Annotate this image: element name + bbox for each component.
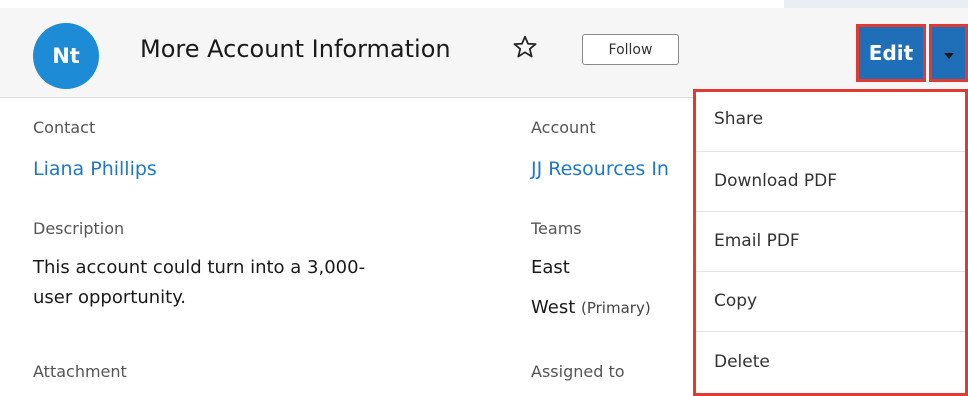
menu-item-delete[interactable]: Delete <box>696 332 965 392</box>
attachment-label: Attachment <box>33 362 127 381</box>
star-outline-icon[interactable] <box>512 34 538 60</box>
teams-label: Teams <box>531 219 582 238</box>
team-west-name: West <box>531 297 576 318</box>
assigned-to-label: Assigned to <box>531 362 625 381</box>
contact-link[interactable]: Liana Phillips <box>33 158 157 180</box>
header-topline-accent <box>784 0 968 8</box>
account-label: Account <box>531 118 596 137</box>
account-link[interactable]: JJ Resources In <box>531 158 669 180</box>
menu-item-share[interactable]: Share <box>696 92 965 152</box>
menu-item-copy[interactable]: Copy <box>696 272 965 332</box>
actions-dropdown-button[interactable] <box>929 24 968 82</box>
edit-button-label: Edit <box>868 41 914 65</box>
menu-item-download-pdf-label: Download PDF <box>714 171 838 191</box>
team-primary-tag: (Primary) <box>581 299 651 317</box>
follow-button-label: Follow <box>608 41 653 58</box>
caret-down-icon <box>944 53 954 59</box>
follow-button[interactable]: Follow <box>582 34 679 65</box>
team-west: West (Primary) <box>531 297 651 318</box>
description-label: Description <box>33 219 125 238</box>
actions-dropdown-menu: Share Download PDF Email PDF Copy Delete <box>693 89 968 396</box>
description-line-1: This account could turn into a 3,000- <box>33 257 366 278</box>
menu-item-share-label: Share <box>714 109 764 129</box>
description-line-2: user opportunity. <box>33 287 186 308</box>
menu-item-email-pdf[interactable]: Email PDF <box>696 212 965 272</box>
page-title: More Account Information <box>140 35 451 63</box>
record-header: Nt More Account Information Follow Edit <box>0 0 968 98</box>
avatar-initials: Nt <box>52 44 80 68</box>
avatar: Nt <box>33 23 99 89</box>
menu-item-email-pdf-label: Email PDF <box>714 231 800 251</box>
edit-button[interactable]: Edit <box>856 24 926 82</box>
contact-label: Contact <box>33 118 96 137</box>
menu-item-delete-label: Delete <box>714 352 770 372</box>
menu-item-copy-label: Copy <box>714 291 758 311</box>
team-east: East <box>531 257 570 278</box>
menu-item-download-pdf[interactable]: Download PDF <box>696 152 965 212</box>
